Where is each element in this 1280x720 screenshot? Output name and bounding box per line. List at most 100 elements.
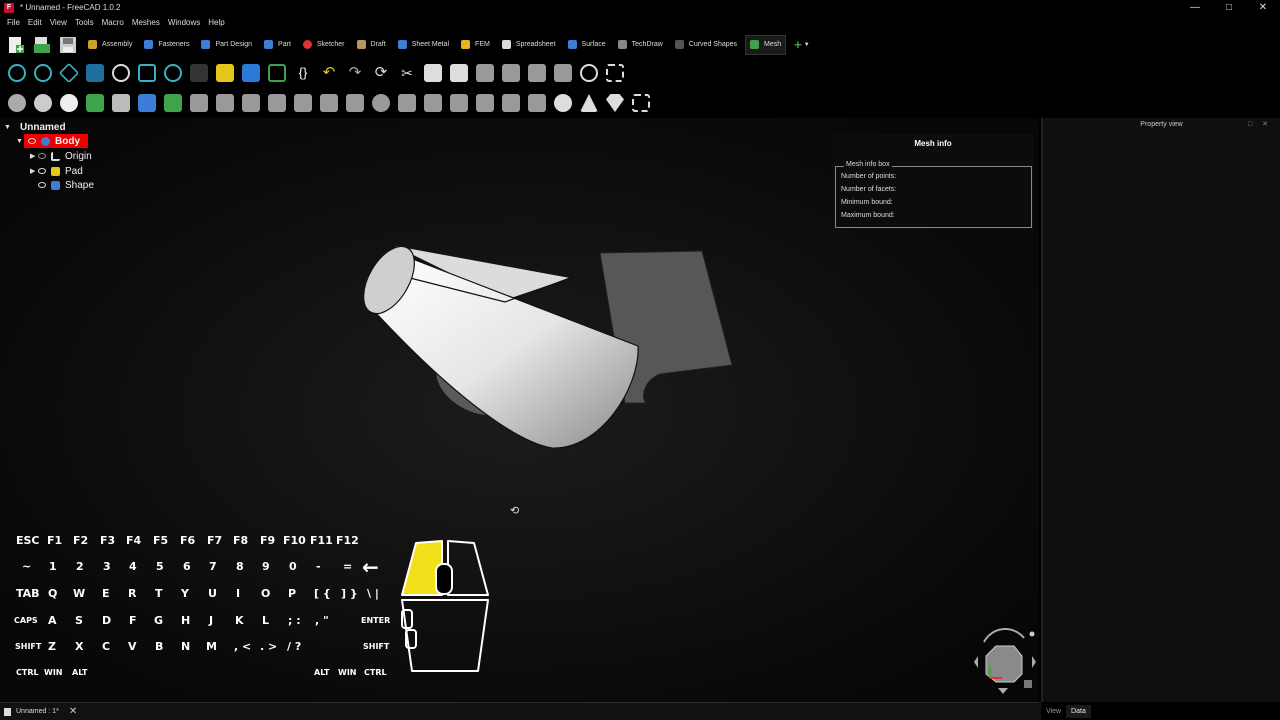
tab-view[interactable]: View	[1041, 705, 1066, 718]
chevron-right-icon[interactable]: ▶	[30, 152, 38, 160]
mesh-tool-f-icon[interactable]	[320, 94, 338, 112]
key-alt-left: ALT	[72, 668, 88, 677]
sketch-pointer-icon[interactable]	[190, 64, 208, 82]
key-f3: F3	[100, 534, 116, 547]
menu-macro[interactable]: Macro	[102, 18, 124, 27]
workbench-sheet-metal[interactable]: Sheet Metal	[394, 35, 453, 55]
mesh-from-shape-icon[interactable]	[138, 94, 156, 112]
macro-braces-icon[interactable]: {}	[294, 64, 312, 82]
tree-item-shape[interactable]: Shape	[30, 178, 94, 192]
selected-highlight: Body	[24, 134, 88, 148]
mesh-tool-k-icon[interactable]	[450, 94, 468, 112]
mesh-tool-d-icon[interactable]	[268, 94, 286, 112]
chevron-right-icon[interactable]: ▶	[30, 167, 38, 175]
mesh-tool-4-icon[interactable]	[554, 64, 572, 82]
tree-root[interactable]: ▼ Unnamed	[4, 120, 66, 134]
workbench-curved-shapes[interactable]: Curved Shapes	[671, 35, 741, 55]
new-document-icon[interactable]	[6, 35, 26, 55]
chevron-down-icon[interactable]: ▼	[4, 124, 12, 131]
mesh-tool-1-icon[interactable]	[476, 64, 494, 82]
mesh-segment-icon[interactable]	[632, 94, 650, 112]
workbench-assembly[interactable]: Assembly	[84, 35, 136, 55]
mesh-tool-c-icon[interactable]	[242, 94, 260, 112]
tree-item-pad[interactable]: ▶ Pad	[30, 164, 83, 178]
std-view-icon[interactable]	[86, 64, 104, 82]
mesh-diamond-icon[interactable]	[606, 94, 624, 112]
mesh-export-icon[interactable]	[112, 94, 130, 112]
menu-windows[interactable]: Windows	[168, 18, 200, 27]
menu-tools[interactable]: Tools	[75, 18, 94, 27]
part-yellow-icon[interactable]	[216, 64, 234, 82]
mesh-tool-n-icon[interactable]	[528, 94, 546, 112]
workbench-sketcher[interactable]: Sketcher	[299, 35, 349, 55]
paste-icon[interactable]	[450, 64, 468, 82]
save-document-icon[interactable]	[58, 35, 78, 55]
view-toolbar: {} ↶ ↷ ⟳ ✂	[0, 59, 720, 87]
mesh-select-icon[interactable]	[606, 64, 624, 82]
visibility-eye-icon[interactable]	[38, 182, 46, 188]
mesh-intersection-icon[interactable]	[34, 94, 52, 112]
mesh-union-icon[interactable]	[8, 94, 26, 112]
navigation-cube[interactable]	[966, 628, 1040, 698]
folder-icon[interactable]	[242, 64, 260, 82]
fit-all-icon[interactable]	[8, 64, 26, 82]
open-document-icon[interactable]	[32, 35, 52, 55]
close-window-button[interactable]: ✕	[1246, 0, 1280, 15]
workbench-techdraw[interactable]: TechDraw	[614, 35, 667, 55]
workbench-part[interactable]: Part	[260, 35, 295, 55]
redo-icon[interactable]: ↷	[346, 64, 364, 82]
mesh-import-icon[interactable]	[86, 94, 104, 112]
mesh-tool-l-icon[interactable]	[476, 94, 494, 112]
visibility-eye-icon[interactable]	[28, 138, 36, 144]
mesh-build-icon[interactable]	[164, 94, 182, 112]
chevron-down-icon[interactable]: ▼	[16, 138, 24, 145]
workbench-part-design[interactable]: Part Design	[197, 35, 256, 55]
mesh-tool-i-icon[interactable]	[398, 94, 416, 112]
visibility-eye-icon[interactable]	[38, 153, 46, 159]
mesh-tool-2-icon[interactable]	[502, 64, 520, 82]
link-icon[interactable]	[268, 64, 286, 82]
mesh-tool-b-icon[interactable]	[216, 94, 234, 112]
visibility-eye-icon[interactable]	[38, 168, 46, 174]
mesh-tool-j-icon[interactable]	[424, 94, 442, 112]
undo-icon[interactable]: ↶	[320, 64, 338, 82]
mesh-sphere-icon[interactable]	[554, 94, 572, 112]
tree-item-origin[interactable]: ▶ Origin	[30, 149, 92, 163]
document-tab[interactable]: Unnamed : 1* ✕	[0, 706, 77, 717]
tree-item-body[interactable]: ▼ Body	[16, 134, 88, 148]
refresh-icon[interactable]: ⟳	[372, 64, 390, 82]
measure-icon[interactable]	[164, 64, 182, 82]
mesh-difference-icon[interactable]	[60, 94, 78, 112]
draw-style-icon[interactable]	[112, 64, 130, 82]
fit-selection-icon[interactable]	[34, 64, 52, 82]
workbench-draft[interactable]: Draft	[353, 35, 390, 55]
workbench-fasteners[interactable]: Fasteners	[140, 35, 193, 55]
close-tab-icon[interactable]: ✕	[69, 706, 77, 717]
menu-meshes[interactable]: Meshes	[132, 18, 160, 27]
menu-file[interactable]: File	[7, 18, 20, 27]
minimize-button[interactable]: —	[1178, 0, 1212, 15]
mesh-tool-h-icon[interactable]	[372, 94, 390, 112]
workbench-surface[interactable]: Surface	[564, 35, 610, 55]
bounding-box-icon[interactable]	[138, 64, 156, 82]
menu-help[interactable]: Help	[208, 18, 224, 27]
cut-icon[interactable]: ✂	[398, 64, 416, 82]
copy-icon[interactable]	[424, 64, 442, 82]
workbench-mesh[interactable]: Mesh	[745, 34, 787, 55]
mesh-tool-g-icon[interactable]	[346, 94, 364, 112]
workbench-spreadsheet[interactable]: Spreadsheet	[498, 35, 560, 55]
workbench-fem[interactable]: FEM	[457, 35, 494, 55]
menu-view[interactable]: View	[50, 18, 67, 27]
mesh-cone-icon[interactable]	[580, 94, 598, 112]
mesh-tool-a-icon[interactable]	[190, 94, 208, 112]
panel-float-close-icons[interactable]: □ ✕	[1248, 120, 1272, 128]
maximize-button[interactable]: □	[1212, 0, 1246, 15]
mesh-tool-3-icon[interactable]	[528, 64, 546, 82]
isometric-view-icon[interactable]	[58, 62, 80, 84]
mesh-tool-e-icon[interactable]	[294, 94, 312, 112]
menu-edit[interactable]: Edit	[28, 18, 42, 27]
tab-data[interactable]: Data	[1066, 705, 1091, 718]
add-workbench-button[interactable]: + ▼	[790, 35, 814, 55]
mesh-tool-m-icon[interactable]	[502, 94, 520, 112]
mesh-evaluate-icon[interactable]	[580, 64, 598, 82]
